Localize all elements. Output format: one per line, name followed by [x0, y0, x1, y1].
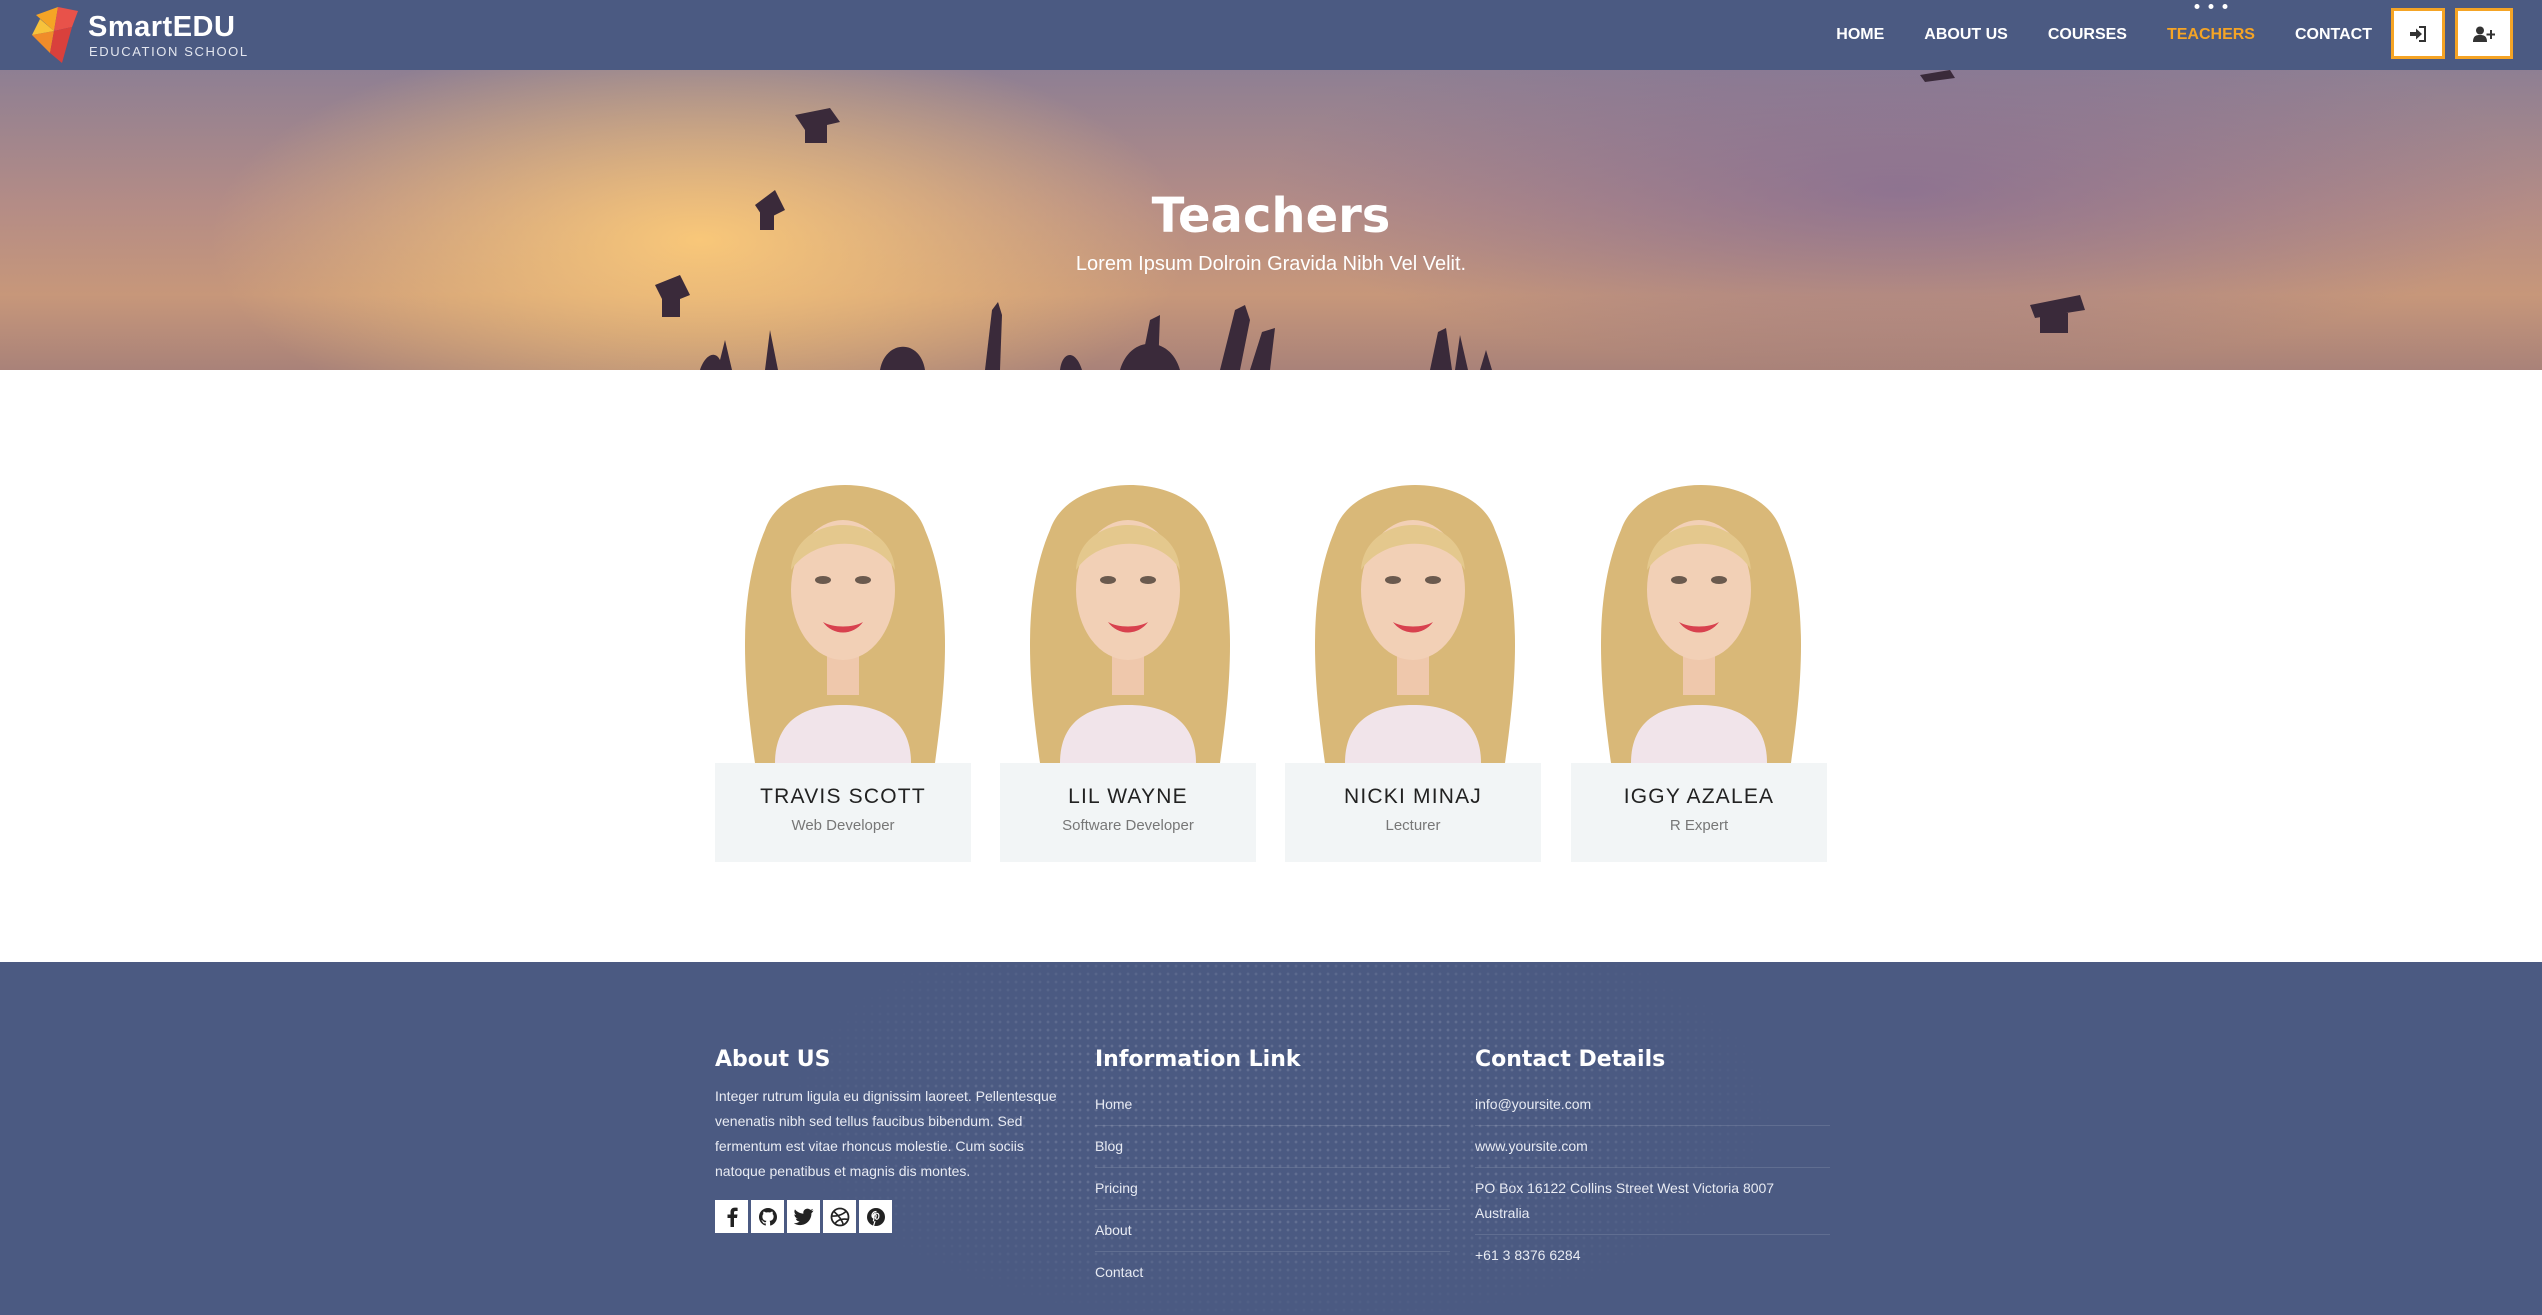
teacher-name: NICKI MINAJ	[1343, 785, 1483, 808]
teacher-name: LIL WAYNE	[1068, 785, 1188, 808]
main-nav: HOME ABOUT US COURSES TEACHERS CONTACT	[1836, 0, 2372, 70]
footer-about-text: Integer rutrum ligula eu dignissim laore…	[715, 1088, 1057, 1179]
twitter-icon[interactable]	[787, 1200, 820, 1233]
teacher-name: TRAVIS SCOTT	[760, 785, 926, 808]
footer-link-item: Pricing	[1095, 1168, 1450, 1210]
logo-name: SmartEDU	[88, 11, 236, 43]
logo-bird-icon	[32, 7, 78, 63]
nav-home[interactable]: HOME	[1836, 26, 1884, 44]
teacher-card[interactable]: TRAVIS SCOTT Web Developer	[715, 450, 971, 862]
footer-about: About US Integer rutrum ligula eu dignis…	[715, 1047, 1070, 1233]
footer-about-title: About US	[715, 1047, 831, 1072]
teacher-role: Software Developer	[1062, 817, 1194, 834]
footer-link-blog[interactable]: Blog	[1095, 1138, 1123, 1154]
page-subtitle: Lorem Ipsum Dolroin Gravida Nibh Vel Vel…	[1075, 253, 1467, 275]
facebook-icon[interactable]	[715, 1200, 748, 1233]
footer-contact-title: Contact Details	[1475, 1047, 1666, 1072]
teachers-grid: TRAVIS SCOTT Web Developer LIL WAYNE Sof…	[715, 450, 1827, 862]
contact-website[interactable]: www.yoursite.com	[1475, 1126, 1830, 1168]
contact-phone[interactable]: +61 3 8376 6284	[1475, 1235, 1830, 1276]
teacher-photo	[1000, 450, 1256, 763]
nav-about-us[interactable]: ABOUT US	[1924, 26, 2008, 44]
social-links	[715, 1200, 1070, 1233]
teacher-role: Web Developer	[791, 817, 895, 834]
nav-courses[interactable]: COURSES	[2048, 26, 2127, 44]
site-logo[interactable]: SmartEDU EDUCATION SCHOOL	[28, 5, 258, 65]
footer-links: Information Link Home Blog Pricing About…	[1095, 1047, 1450, 1293]
teacher-card[interactable]: IGGY AZALEA R Expert	[1571, 450, 1827, 862]
logo-tagline: EDUCATION SCHOOL	[89, 44, 249, 59]
active-indicator-dots	[2194, 4, 2228, 9]
register-button[interactable]	[2455, 8, 2513, 59]
footer-links-title: Information Link	[1095, 1047, 1301, 1072]
footer-links-list: Home Blog Pricing About Contact	[1095, 1084, 1450, 1293]
nav-teachers-label: TEACHERS	[2166, 26, 2255, 43]
footer-link-item: Home	[1095, 1084, 1450, 1126]
github-icon[interactable]	[751, 1200, 784, 1233]
footer-link-contact[interactable]: Contact	[1095, 1264, 1143, 1280]
pinterest-icon[interactable]	[859, 1200, 892, 1233]
footer-link-home[interactable]: Home	[1095, 1096, 1132, 1112]
nav-teachers[interactable]: TEACHERS	[2166, 4, 2255, 44]
footer-contact: Contact Details info@yoursite.com www.yo…	[1475, 1047, 1830, 1276]
top-navbar: SmartEDU EDUCATION SCHOOL HOME ABOUT US …	[0, 0, 2542, 70]
teacher-role: Lecturer	[1385, 817, 1441, 834]
page-hero-banner: Teachers Lorem Ipsum Dolroin Gravida Nib…	[0, 70, 2542, 370]
teacher-card[interactable]: LIL WAYNE Software Developer	[1000, 450, 1256, 862]
teacher-photo	[1571, 450, 1827, 763]
nav-contact[interactable]: CONTACT	[2295, 26, 2372, 44]
footer-link-item: Blog	[1095, 1126, 1450, 1168]
page-title: Teachers	[1151, 188, 1391, 244]
teacher-card[interactable]: NICKI MINAJ Lecturer	[1285, 450, 1541, 862]
footer-link-pricing[interactable]: Pricing	[1095, 1180, 1138, 1196]
footer-link-item: About	[1095, 1210, 1450, 1252]
login-button[interactable]	[2391, 8, 2445, 59]
sign-in-icon	[2410, 25, 2426, 42]
user-plus-icon	[2473, 26, 2495, 42]
footer-contact-list: info@yoursite.com www.yoursite.com PO Bo…	[1475, 1084, 1830, 1276]
teacher-name: IGGY AZALEA	[1623, 785, 1775, 808]
teacher-photo	[1285, 450, 1541, 763]
teacher-role: R Expert	[1669, 817, 1729, 834]
contact-address: PO Box 16122 Collins Street West Victori…	[1475, 1168, 1830, 1235]
contact-email[interactable]: info@yoursite.com	[1475, 1084, 1830, 1126]
footer-link-about[interactable]: About	[1095, 1222, 1132, 1238]
footer-link-item: Contact	[1095, 1252, 1450, 1293]
dribbble-icon[interactable]	[823, 1200, 856, 1233]
site-footer: About US Integer rutrum ligula eu dignis…	[0, 962, 2542, 1315]
teacher-photo	[715, 450, 971, 763]
